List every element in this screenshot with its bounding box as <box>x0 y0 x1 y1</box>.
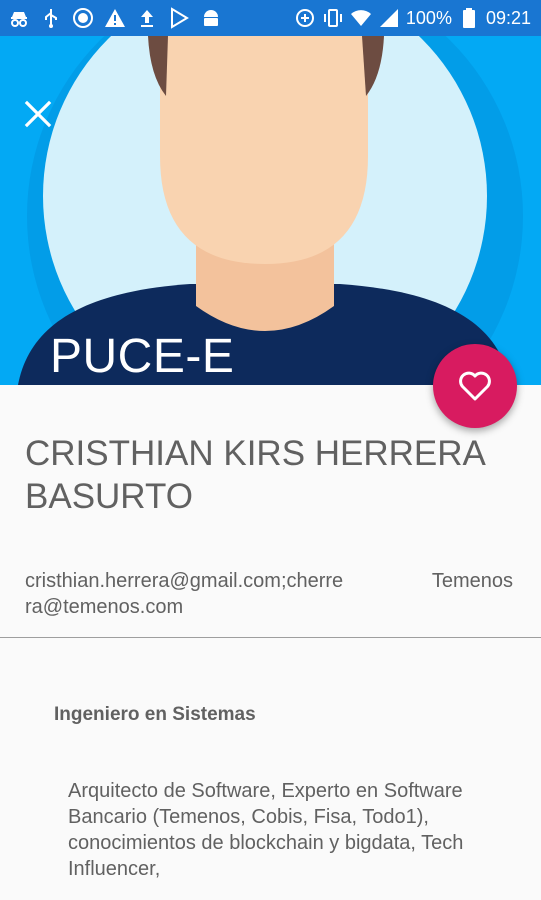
status-bar-notifications <box>8 7 222 29</box>
close-button[interactable] <box>24 100 60 136</box>
close-icon <box>24 100 52 128</box>
android-icon <box>200 7 222 29</box>
target-icon <box>72 7 94 29</box>
upload-icon <box>136 7 158 29</box>
wifi-icon <box>350 7 372 29</box>
status-bar-system: 100% 09:21 <box>294 7 531 29</box>
incognito-icon <box>8 7 30 29</box>
clock: 09:21 <box>485 7 531 28</box>
favorite-button[interactable] <box>433 344 517 428</box>
warning-icon <box>104 7 126 29</box>
profile-role: Ingeniero en Sistemas <box>54 704 256 725</box>
play-store-icon <box>168 7 190 29</box>
divider <box>0 637 541 638</box>
profile-header: PUCE-E <box>0 36 541 385</box>
signal-icon <box>378 7 400 29</box>
battery-percent: 100% <box>405 7 452 28</box>
profile-company: Temenos <box>431 570 513 592</box>
profile-name: CRISTHIAN KIRS HERRERA BASURTO <box>25 434 484 516</box>
heart-outline-icon <box>459 371 491 401</box>
usb-icon <box>40 7 62 29</box>
status-bar: 100% 09:21 <box>0 0 541 36</box>
profile-email[interactable]: cristhian.herrera@gmail.com;cherrera@tem… <box>25 568 345 620</box>
vibrate-icon <box>322 7 344 29</box>
profile-bio: Arquitecto de Software, Experto en Softw… <box>68 780 464 880</box>
data-saver-icon <box>294 7 316 29</box>
battery-icon <box>458 7 480 29</box>
page-title: PUCE-E <box>50 330 235 383</box>
